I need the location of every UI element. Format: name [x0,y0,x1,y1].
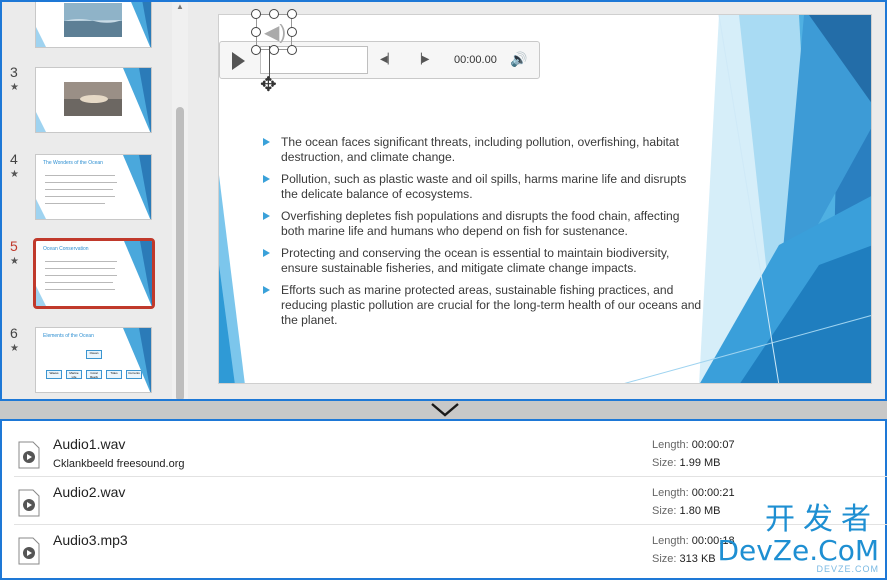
speaker-icon: ◀) [264,22,287,44]
slide-number-3: 3 [10,64,18,80]
powerpoint-window: 3 ★ 4 ★ The Wonders of the Ocean 5 ★ Oce… [0,0,887,401]
scroll-up-arrow-icon[interactable]: ▲ [176,2,184,11]
skip-back-button[interactable]: ◀▏ [380,54,395,65]
thumbnails-scrollbar[interactable]: ▲ [172,2,188,399]
resize-handle-bl[interactable] [251,45,261,55]
thumbnail-title: Ocean Conservation [43,246,89,252]
slide-thumbnail-6[interactable]: Elements of the Ocean Ocean Waves Marine… [35,327,152,393]
audio-file-icon [18,441,40,469]
animation-star-icon: ★ [10,343,19,354]
audio-file-icon [18,537,40,565]
watermark-english: DevZe.CoM [717,534,879,567]
slide-thumbnail-4[interactable]: The Wonders of the Ocean [35,154,152,220]
slide-thumbnail-3[interactable] [35,67,152,133]
playback-time: 00:00.00 [454,54,497,66]
animation-star-icon: ★ [10,256,19,267]
site-watermark: 开发者 DevZe.CoM DEVZE.COM [717,505,879,574]
file-name: Audio2.wav [53,484,126,500]
resize-handle-r[interactable] [287,27,297,37]
slide-number-6: 6 [10,325,18,341]
thumbnail-title: The Wonders of the Ocean [43,160,103,166]
resize-handle-tr[interactable] [287,9,297,19]
chevron-down-icon[interactable] [430,400,460,418]
resize-handle-t[interactable] [269,9,279,19]
file-name: Audio3.mp3 [53,532,128,548]
ocean-picture-icon [64,3,122,37]
list-item[interactable]: Audio1.wav Cklankbeeld freesound.org Len… [14,429,887,477]
skip-forward-button[interactable]: ▕▶ [414,54,429,65]
thumbnail-title: Elements of the Ocean [43,333,94,339]
slide-number-5: 5 [10,238,18,254]
resize-handle-br[interactable] [287,45,297,55]
animation-star-icon: ★ [10,169,19,180]
diagram-top-box: Ocean [86,350,102,359]
slide-thumbnail-5-selected[interactable]: Ocean Conservation [33,238,155,309]
diagram-box: Tides [106,370,122,379]
file-length: Length: 00:00:07 [652,439,735,451]
file-size: Size: 1.99 MB [652,457,721,469]
slide-thumbnail-2[interactable] [35,2,152,48]
bullet-item: The ocean faces significant threats, inc… [263,135,703,165]
bullet-item: Efforts such as marine protected areas, … [263,283,703,328]
play-button[interactable] [232,52,245,70]
audio-file-icon [18,489,40,517]
resize-handle-l[interactable] [251,27,261,37]
resize-handle-tl[interactable] [251,9,261,19]
watermark-chinese: 开发者 [765,502,879,537]
diagram-box: Marine Life [66,370,82,379]
resize-handle-b[interactable] [269,45,279,55]
file-name: Audio1.wav [53,436,126,452]
file-credit: Cklankbeeld freesound.org [53,458,185,470]
move-cursor-icon: ✥ [260,74,277,96]
file-size: Size: 313 KB [652,553,716,565]
scrollbar-thumb[interactable] [176,107,184,399]
audio-file-list: Audio1.wav Cklankbeeld freesound.org Len… [0,419,887,580]
slide-number-4: 4 [10,151,18,167]
screenshot-frame: 3 ★ 4 ★ The Wonders of the Ocean 5 ★ Oce… [0,0,887,580]
sunset-sea-picture-icon [64,82,122,116]
diagram-box: Coral Reefs [86,370,102,379]
file-length: Length: 00:00:21 [652,487,735,499]
bullet-item: Overfishing depletes fish populations an… [263,209,703,239]
slide-editor: The ocean faces significant threats, inc… [189,2,885,399]
bullet-list[interactable]: The ocean faces significant threats, inc… [263,135,703,335]
diagram-box: Waves [46,370,62,379]
volume-icon[interactable]: 🔊 [510,51,527,68]
slide-thumbnails-pane: 3 ★ 4 ★ The Wonders of the Ocean 5 ★ Oce… [2,2,172,399]
bullet-item: Pollution, such as plastic waste and oil… [263,172,703,202]
file-size: Size: 1.80 MB [652,505,721,517]
animation-star-icon: ★ [10,82,19,93]
bullet-item: Protecting and conserving the ocean is e… [263,246,703,276]
